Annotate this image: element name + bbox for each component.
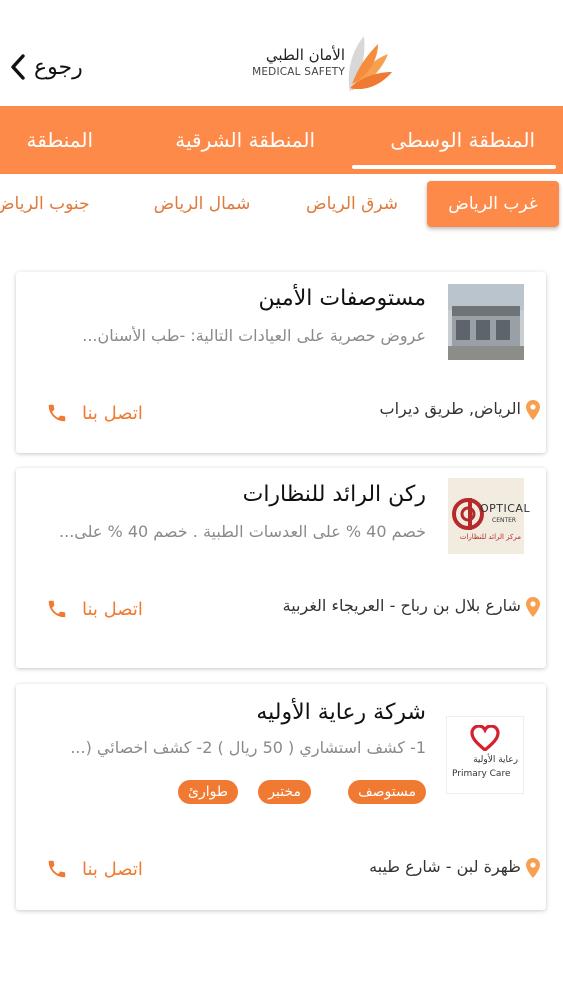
brand-logo: الأمان الطبي MEDICAL SAFETY <box>250 32 395 102</box>
back-label: رجوع <box>34 54 83 80</box>
logo-text-center: CENTER <box>492 517 517 524</box>
logo-text-optical: OPTICAL <box>480 502 531 515</box>
location-text: الرياض, طريق ديراب <box>379 399 521 418</box>
phone-icon <box>48 600 66 618</box>
location-pin-icon <box>526 857 540 878</box>
subtab-south-riyadh[interactable]: جنوب الرياض <box>0 181 110 227</box>
chevron-left-icon <box>11 54 25 80</box>
provider-card[interactable]: شركة رعاية الأوليه 1- كشف استشاري ( 50 ر… <box>16 684 546 910</box>
card-description: عروض حصرية على العيادات التالية: -طب الأ… <box>82 326 426 345</box>
app-header: رجوع الأمان الطبي MEDICAL SAFETY <box>0 0 563 106</box>
phone-icon <box>48 860 66 878</box>
heart-icon <box>470 725 500 751</box>
card-description: 1- كشف استشاري ( 50 ريال ) 2- كشف اخصائي… <box>70 738 426 757</box>
provider-logo: OPTICAL CENTER مركز الرائد للنظارات <box>448 478 530 554</box>
subtab-west-riyadh[interactable]: غرب الرياض <box>427 181 559 227</box>
location-text: شارع بلال بن رباح - العريجاء الغربية <box>282 596 521 615</box>
call-label: اتصل بنا <box>82 858 143 880</box>
provider-card[interactable]: مستوصفات الأمين عروض حصرية على العيادات … <box>16 272 546 453</box>
region-tab-bar: المنطقة الوسطى المنطقة الشرقية المنطقة <box>0 106 563 174</box>
tag-lab: مختبر <box>258 780 311 804</box>
tab-central-region[interactable]: المنطقة الوسطى <box>390 106 535 174</box>
tab-next-region[interactable]: المنطقة <box>27 106 94 174</box>
lotus-icon <box>348 36 392 92</box>
subtab-east-riyadh[interactable]: شرق الرياض <box>292 181 412 227</box>
subtab-north-riyadh[interactable]: شمال الرياض <box>140 181 264 227</box>
logo-text-arabic: مركز الرائد للنظارات <box>459 533 521 541</box>
location-text: ظهرة لبن - شارع طيبه <box>369 857 521 876</box>
call-label: اتصل بنا <box>82 598 143 620</box>
tag-emergency: طوارئ <box>178 780 238 804</box>
logo-arabic-text: الأمان الطبي <box>265 46 345 64</box>
call-label: اتصل بنا <box>82 402 143 424</box>
call-button[interactable]: اتصل بنا <box>46 398 143 428</box>
provider-photo <box>448 284 524 360</box>
location-pin-icon <box>526 399 540 420</box>
card-title: شركة رعاية الأوليه <box>256 700 426 725</box>
logo-english-text: MEDICAL SAFETY <box>252 66 345 78</box>
tag-clinic: مستوصف <box>348 780 426 804</box>
phone-icon <box>48 404 66 422</box>
provider-card[interactable]: ركن الرائد للنظارات خصم 40 % على العدسات… <box>16 468 546 668</box>
location-pin-icon <box>526 596 540 617</box>
back-button[interactable]: رجوع <box>10 50 83 84</box>
provider-logo: رعاية الأولية Primary Care <box>446 716 524 794</box>
active-tab-indicator <box>352 165 556 169</box>
logo-text-arabic: رعاية الأولية <box>473 755 518 765</box>
card-description: خصم 40 % على العدسات الطبية . خصم 40 % ع… <box>59 522 426 541</box>
call-button[interactable]: اتصل بنا <box>46 594 143 624</box>
card-title: مستوصفات الأمين <box>258 286 426 311</box>
call-button[interactable]: اتصل بنا <box>46 854 143 884</box>
tab-eastern-region[interactable]: المنطقة الشرقية <box>175 106 315 174</box>
card-title: ركن الرائد للنظارات <box>242 482 426 507</box>
logo-text-english: Primary Care <box>452 769 511 779</box>
